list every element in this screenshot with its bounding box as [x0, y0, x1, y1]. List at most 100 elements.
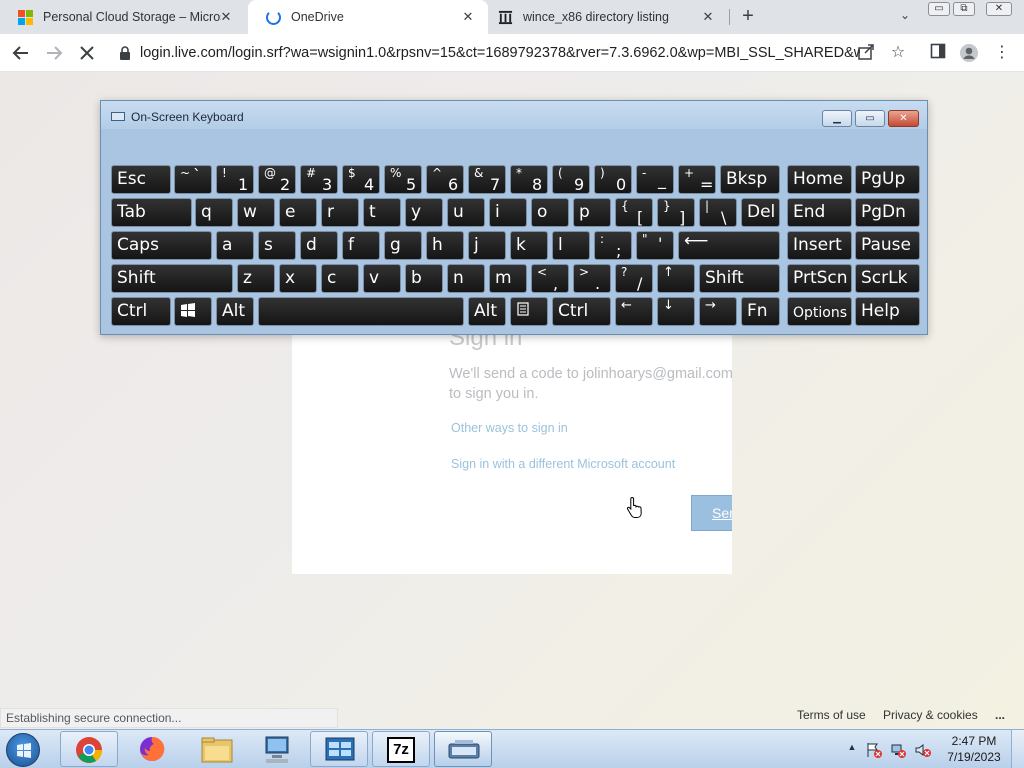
key-end[interactable]: End	[787, 198, 852, 227]
key-x[interactable]: x	[279, 264, 317, 293]
privacy-cookies-link[interactable]: Privacy & cookies	[883, 708, 978, 722]
osk-maximize-button[interactable]: ▭	[855, 110, 885, 127]
other-ways-link[interactable]: Other ways to sign in	[451, 421, 568, 435]
key-v[interactable]: v	[363, 264, 401, 293]
close-tab-icon[interactable]: ✕	[700, 9, 716, 25]
forward-button[interactable]	[43, 42, 65, 64]
key-q[interactable]: q	[195, 198, 233, 227]
osk-close-button[interactable]: ✕	[888, 110, 919, 127]
key-space[interactable]	[258, 297, 464, 326]
key-f[interactable]: f	[342, 231, 380, 260]
key-tab[interactable]: Tab	[111, 198, 192, 227]
key-w[interactable]: w	[237, 198, 275, 227]
key-slash[interactable]: ? /	[615, 264, 653, 293]
key-9[interactable]: (9	[552, 165, 590, 194]
tab-search-button[interactable]: ⌄	[896, 8, 914, 26]
key-m[interactable]: m	[489, 264, 527, 293]
send-code-button[interactable]: Send code	[691, 495, 732, 555]
clock-date[interactable]: 7/19/2023	[944, 750, 1004, 764]
key-a[interactable]: a	[216, 231, 254, 260]
key-o[interactable]: o	[531, 198, 569, 227]
more-options-link[interactable]: ...	[995, 708, 1005, 722]
clock-time[interactable]: 2:47 PM	[944, 734, 1004, 748]
key-z[interactable]: z	[237, 264, 275, 293]
key-left-bracket[interactable]: {[	[615, 198, 653, 227]
key-fn[interactable]: Fn	[741, 297, 780, 326]
on-screen-keyboard-icon[interactable]	[434, 731, 492, 767]
key-options[interactable]: Options	[787, 297, 852, 326]
profile-avatar-icon[interactable]	[959, 43, 979, 63]
key-enter[interactable]: ⟵	[678, 231, 780, 260]
key-4[interactable]: $4	[342, 165, 380, 194]
key-left-arrow[interactable]: ←	[615, 297, 653, 326]
key-minus[interactable]: - _	[636, 165, 674, 194]
control-panel-icon[interactable]	[310, 731, 368, 767]
key-6[interactable]: ^ 6	[426, 165, 464, 194]
key-y[interactable]: y	[405, 198, 443, 227]
key-right-shift[interactable]: Shift	[699, 264, 780, 293]
key-right-arrow[interactable]: →	[699, 297, 737, 326]
key-backspace[interactable]: Bksp	[720, 165, 780, 194]
key-1[interactable]: ! 1	[216, 165, 254, 194]
chrome-icon[interactable]	[60, 731, 118, 767]
key-i[interactable]: i	[489, 198, 527, 227]
key-right-bracket[interactable]: }]	[657, 198, 695, 227]
key-equals[interactable]: + =	[678, 165, 716, 194]
key-esc[interactable]: Esc	[111, 165, 171, 194]
key-home[interactable]: Home	[787, 165, 852, 194]
key-n[interactable]: n	[447, 264, 485, 293]
osk-minimize-button[interactable]: ▁	[822, 110, 852, 127]
key-t[interactable]: t	[363, 198, 401, 227]
key-l[interactable]: l	[552, 231, 590, 260]
key-quote[interactable]: " '	[636, 231, 674, 260]
key-windows[interactable]	[174, 297, 212, 326]
show-hidden-icons-button[interactable]: ▲	[846, 742, 858, 756]
file-explorer-icon[interactable]	[188, 731, 246, 767]
key-3[interactable]: #3	[300, 165, 338, 194]
address-bar[interactable]: login.live.com/login.srf?wa=wsignin1.0&r…	[108, 38, 878, 68]
minimize-window-button[interactable]: ▭	[928, 2, 950, 16]
close-tab-icon[interactable]: ✕	[218, 9, 234, 25]
7zip-icon[interactable]: 7z	[372, 731, 430, 767]
key-page-up[interactable]: PgUp	[855, 165, 920, 194]
key-5[interactable]: % 5	[384, 165, 422, 194]
key-page-down[interactable]: PgDn	[855, 198, 920, 227]
volume-muted-icon[interactable]	[914, 742, 932, 758]
terms-of-use-link[interactable]: Terms of use	[797, 708, 866, 722]
back-button[interactable]	[10, 42, 32, 64]
start-orb-icon[interactable]	[6, 733, 40, 767]
key-0[interactable]: ) 0	[594, 165, 632, 194]
key-e[interactable]: e	[279, 198, 317, 227]
key-k[interactable]: k	[510, 231, 548, 260]
tab-wince-directory-listing[interactable]: wince_x86 directory listing ✕	[480, 0, 728, 34]
key-r[interactable]: r	[321, 198, 359, 227]
close-tab-icon[interactable]: ✕	[460, 9, 476, 25]
key-delete[interactable]: Del	[741, 198, 780, 227]
key-up-arrow[interactable]: ↑	[657, 264, 695, 293]
show-desktop-button[interactable]	[1011, 730, 1024, 768]
key-print-screen[interactable]: PrtScn	[787, 264, 852, 293]
key-comma[interactable]: <,	[531, 264, 569, 293]
key-u[interactable]: u	[447, 198, 485, 227]
key-d[interactable]: d	[300, 231, 338, 260]
key-h[interactable]: h	[426, 231, 464, 260]
key-c[interactable]: c	[321, 264, 359, 293]
close-window-button[interactable]: ✕	[986, 2, 1012, 16]
key-g[interactable]: g	[384, 231, 422, 260]
key-left-shift[interactable]: Shift	[111, 264, 233, 293]
key-left-ctrl[interactable]: Ctrl	[111, 297, 171, 326]
key-help[interactable]: Help	[855, 297, 920, 326]
tab-personal-cloud-storage[interactable]: Personal Cloud Storage – Microsoft ✕	[0, 0, 246, 34]
browser-menu-icon[interactable]: ⋮	[992, 43, 1012, 63]
action-center-flag-icon[interactable]	[866, 742, 882, 758]
bookmark-star-icon[interactable]: ☆	[888, 43, 908, 63]
key-right-ctrl[interactable]: Ctrl	[552, 297, 611, 326]
key-period[interactable]: >.	[573, 264, 611, 293]
key-p[interactable]: p	[573, 198, 611, 227]
stop-loading-button[interactable]	[76, 42, 98, 64]
key-right-alt[interactable]: Alt	[468, 297, 506, 326]
key-semicolon[interactable]: :;	[594, 231, 632, 260]
key-insert[interactable]: Insert	[787, 231, 852, 260]
side-panel-icon[interactable]	[928, 43, 948, 63]
key-8[interactable]: * 8	[510, 165, 548, 194]
